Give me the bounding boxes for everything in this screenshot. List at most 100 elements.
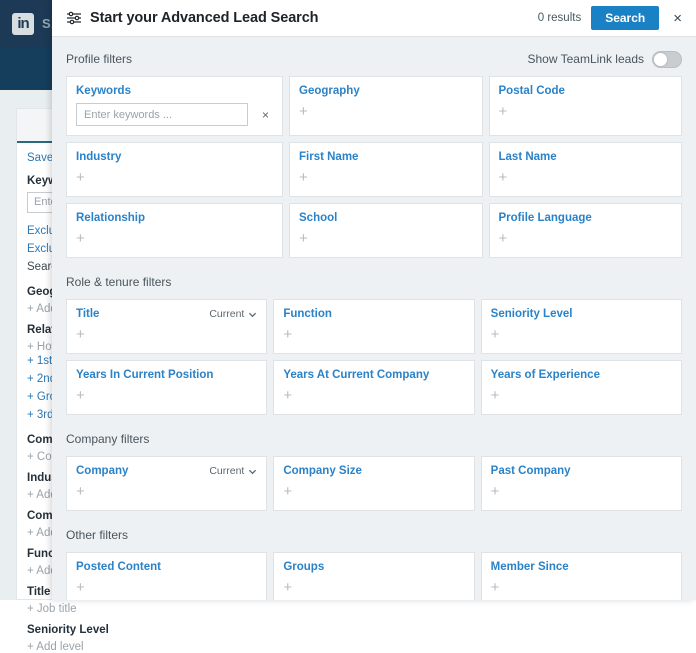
header-actions: 0 results Search × — [538, 6, 686, 30]
add-filter-icon[interactable]: + — [499, 104, 508, 119]
filters-scroll-area[interactable]: Profile filters Show TeamLink leads Keyw… — [52, 37, 696, 600]
filter-card-years-at-current-company[interactable]: Years At Current Company + — [273, 360, 474, 415]
section-profile-filters: Profile filters Show TeamLink leads Keyw… — [66, 49, 682, 258]
section-header: Profile filters Show TeamLink leads — [66, 49, 682, 69]
section-title: Role & tenure filters — [66, 275, 171, 289]
company-filter-grid: Company Current + Company Size + — [66, 456, 682, 511]
add-filter-icon[interactable]: + — [76, 170, 85, 185]
sidebar-title-add[interactable]: + Job title — [27, 603, 220, 615]
close-icon[interactable]: × — [669, 11, 686, 26]
filter-card-relationship[interactable]: Relationship + — [66, 203, 283, 258]
filter-label: Profile Language — [499, 212, 592, 224]
add-filter-icon[interactable]: + — [299, 104, 308, 119]
filter-label: Relationship — [76, 212, 145, 224]
section-title: Profile filters — [66, 52, 132, 66]
role-tenure-filter-grid: Title Current + Function + — [66, 299, 682, 415]
filter-label: Industry — [76, 151, 121, 163]
filter-card-keywords[interactable]: Keywords × — [66, 76, 283, 136]
section-title: Other filters — [66, 528, 128, 542]
title-scope-dropdown[interactable]: Current — [209, 308, 257, 320]
filter-label: Postal Code — [499, 85, 565, 97]
filter-label: Past Company — [491, 465, 571, 477]
add-filter-icon[interactable]: + — [76, 327, 85, 342]
add-filter-icon[interactable]: + — [76, 580, 85, 595]
add-filter-icon[interactable]: + — [499, 231, 508, 246]
filter-card-member-since[interactable]: Member Since + — [481, 552, 682, 600]
search-button[interactable]: Search — [591, 6, 659, 30]
add-filter-icon[interactable]: + — [491, 484, 500, 499]
advanced-lead-search-modal: Start your Advanced Lead Search 0 result… — [52, 0, 696, 600]
filter-card-seniority-level[interactable]: Seniority Level + — [481, 299, 682, 354]
filter-label: Groups — [283, 561, 324, 573]
filter-label: Geography — [299, 85, 360, 97]
filter-label: Posted Content — [76, 561, 161, 573]
filter-card-company-size[interactable]: Company Size + — [273, 456, 474, 511]
toggle-knob — [653, 52, 668, 67]
filter-label: Years of Experience — [491, 369, 600, 381]
section-title: Company filters — [66, 432, 149, 446]
results-count: 0 results — [538, 12, 581, 24]
add-filter-icon[interactable]: + — [76, 484, 85, 499]
filter-label: Function — [283, 308, 332, 320]
add-filter-icon[interactable]: + — [491, 580, 500, 595]
filter-label: Company — [76, 465, 128, 477]
linkedin-logo-icon: in — [12, 13, 34, 35]
filter-label: Keywords — [76, 85, 131, 97]
add-filter-icon[interactable]: + — [283, 580, 292, 595]
section-other-filters: Other filters Posted Content + Groups + … — [66, 525, 682, 600]
filter-label: Member Since — [491, 561, 569, 573]
filter-label: Company Size — [283, 465, 362, 477]
chevron-down-icon — [248, 310, 257, 319]
modal-header: Start your Advanced Lead Search 0 result… — [52, 0, 696, 37]
clear-keywords-icon[interactable]: × — [258, 107, 273, 123]
add-filter-icon[interactable]: + — [283, 327, 292, 342]
filter-card-first-name[interactable]: First Name + — [289, 142, 482, 197]
add-filter-icon[interactable]: + — [76, 231, 85, 246]
filter-card-function[interactable]: Function + — [273, 299, 474, 354]
sidebar-seniority-heading: Seniority Level — [27, 624, 220, 636]
filter-card-last-name[interactable]: Last Name + — [489, 142, 683, 197]
chevron-down-icon — [248, 467, 257, 476]
add-filter-icon[interactable]: + — [283, 388, 292, 403]
filter-label: Years At Current Company — [283, 369, 429, 381]
add-filter-icon[interactable]: + — [299, 170, 308, 185]
filter-card-years-in-current-position[interactable]: Years In Current Position + — [66, 360, 267, 415]
teamlink-toggle[interactable] — [652, 51, 682, 68]
filter-card-past-company[interactable]: Past Company + — [481, 456, 682, 511]
filter-card-title[interactable]: Title Current + — [66, 299, 267, 354]
company-scope-dropdown[interactable]: Current — [209, 465, 257, 477]
section-header: Other filters — [66, 525, 682, 545]
keywords-input[interactable] — [76, 103, 248, 126]
filter-label: Seniority Level — [491, 308, 573, 320]
filter-card-groups[interactable]: Groups + — [273, 552, 474, 600]
filter-label: Title — [76, 308, 99, 320]
profile-filter-grid: Keywords × Geography + Postal Code + Ind… — [66, 76, 682, 258]
dropdown-value: Current — [209, 308, 244, 320]
filter-card-company[interactable]: Company Current + — [66, 456, 267, 511]
section-role-tenure-filters: Role & tenure filters Title Current + — [66, 272, 682, 415]
add-filter-icon[interactable]: + — [76, 388, 85, 403]
filter-card-geography[interactable]: Geography + — [289, 76, 482, 136]
add-filter-icon[interactable]: + — [491, 327, 500, 342]
add-filter-icon[interactable]: + — [491, 388, 500, 403]
add-filter-icon[interactable]: + — [299, 231, 308, 246]
sliders-icon — [66, 10, 82, 26]
other-filter-grid: Posted Content + Groups + Member Since +… — [66, 552, 682, 600]
filter-label: Years In Current Position — [76, 369, 213, 381]
filter-label: Last Name — [499, 151, 557, 163]
filter-card-school[interactable]: School + — [289, 203, 482, 258]
filter-card-profile-language[interactable]: Profile Language + — [489, 203, 683, 258]
page-title: Start your Advanced Lead Search — [90, 10, 318, 26]
filter-card-years-of-experience[interactable]: Years of Experience + — [481, 360, 682, 415]
section-header: Company filters — [66, 429, 682, 449]
add-filter-icon[interactable]: + — [499, 170, 508, 185]
filter-label: First Name — [299, 151, 358, 163]
teamlink-label: Show TeamLink leads — [527, 52, 644, 66]
add-filter-icon[interactable]: + — [283, 484, 292, 499]
section-company-filters: Company filters Company Current + — [66, 429, 682, 511]
sidebar-seniority-add[interactable]: + Add level — [27, 641, 220, 653]
filter-card-postal-code[interactable]: Postal Code + — [489, 76, 683, 136]
teamlink-toggle-group: Show TeamLink leads — [527, 51, 682, 68]
filter-card-posted-content[interactable]: Posted Content + — [66, 552, 267, 600]
filter-card-industry[interactable]: Industry + — [66, 142, 283, 197]
